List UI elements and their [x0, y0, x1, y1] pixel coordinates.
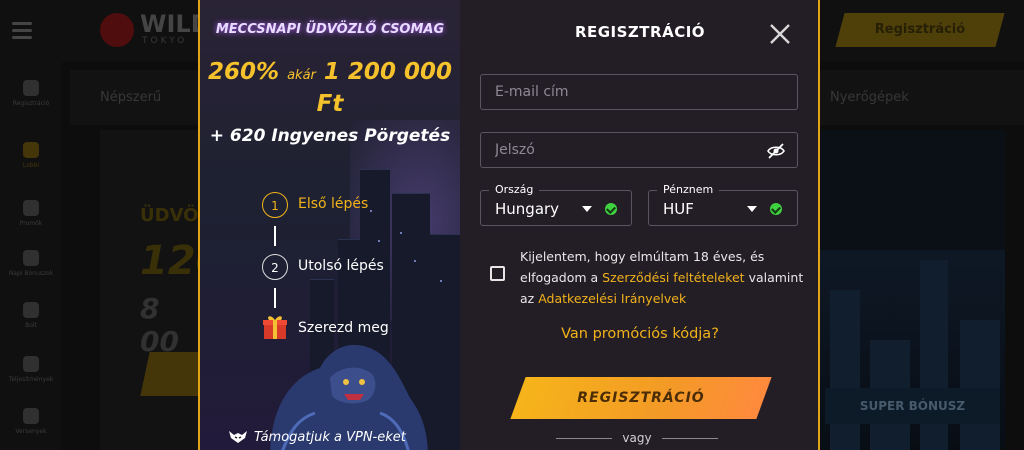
vpn-support: Támogatjuk a VPN-eket [228, 430, 406, 445]
promo-panel: MECCSNAPI ÜDVÖZLŐ CSOMAG 260% akár 1 200… [200, 0, 460, 450]
password-field[interactable] [480, 132, 798, 168]
step-2: 2 Utolsó lépés [262, 252, 452, 282]
check-valid-icon [605, 203, 617, 215]
terms-text: Kijelentem, hogy elmúltam 18 éves, és el… [520, 249, 804, 306]
country-value: Hungary [495, 200, 560, 218]
registration-form: REGISZTRÁCIÓ Ország Hungary Pénznem HUF [460, 0, 818, 450]
eye-off-icon[interactable] [767, 143, 785, 159]
currency-value: HUF [663, 200, 694, 218]
promo-amount: 260% akár 1 200 000 Ft [208, 59, 452, 117]
promo-free-spins: + 620 Ingyenes Pörgetés [209, 126, 451, 146]
gift-icon [263, 316, 287, 339]
promo-title: MECCSNAPI ÜDVÖZLŐ CSOMAG [215, 22, 445, 37]
terms-link[interactable]: Szerződési feltételeket [602, 270, 744, 285]
wolf-icon [229, 431, 247, 443]
currency-label: Pénznem [657, 183, 720, 196]
register-submit-button[interactable]: REGISZTRÁCIÓ [510, 377, 772, 419]
form-title: REGISZTRÁCIÓ [574, 23, 706, 41]
close-icon[interactable] [768, 22, 792, 46]
registration-steps: 1 Első lépés 2 Utolsó lépés Szerezd meg [262, 190, 452, 344]
privacy-link[interactable]: Adatkezelési Irányelvek [538, 291, 686, 306]
password-input[interactable] [481, 133, 797, 167]
terms-checkbox[interactable] [490, 266, 505, 281]
step-3: Szerezd meg [262, 314, 452, 344]
chevron-down-icon [582, 206, 592, 212]
step-connector [274, 226, 276, 246]
email-field[interactable] [480, 74, 798, 110]
chevron-down-icon [747, 206, 757, 212]
country-label: Ország [489, 183, 540, 196]
registration-modal: MECCSNAPI ÜDVÖZLŐ CSOMAG 260% akár 1 200… [198, 0, 820, 450]
promo-code-link[interactable]: Van promóciós kódja? [460, 326, 818, 342]
country-select[interactable]: Ország Hungary [480, 183, 632, 226]
step-1: 1 Első lépés [262, 190, 452, 220]
or-divider: vagy [556, 431, 718, 445]
check-valid-icon [770, 203, 782, 215]
step-connector [274, 288, 276, 308]
currency-select[interactable]: Pénznem HUF [648, 183, 798, 226]
email-input[interactable] [481, 75, 797, 109]
